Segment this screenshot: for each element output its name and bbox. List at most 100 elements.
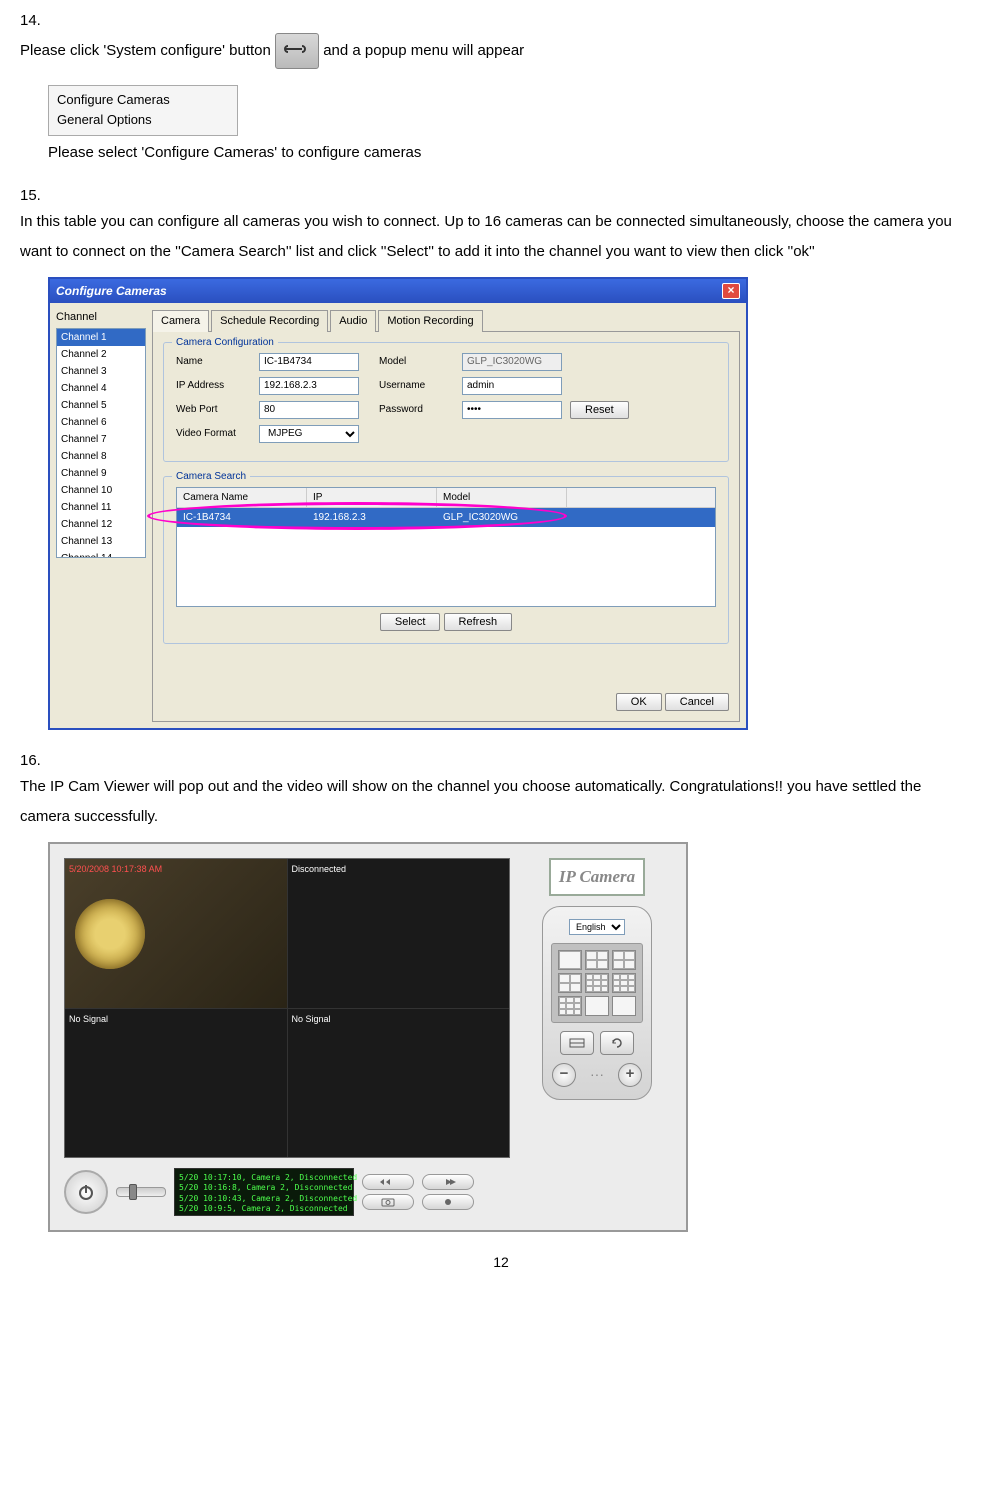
- label-username: Username: [379, 378, 454, 393]
- channel-item[interactable]: Channel 11: [57, 499, 145, 516]
- layout-1+3[interactable]: [612, 950, 636, 970]
- channel-item[interactable]: Channel 6: [57, 414, 145, 431]
- dialog-title: Configure Cameras: [56, 282, 167, 300]
- wrench-icon: [282, 43, 312, 55]
- layout-4x4[interactable]: [585, 996, 609, 1016]
- language-select[interactable]: English: [569, 919, 625, 935]
- video-cell-1[interactable]: 5/20/2008 10:17:38 AM: [65, 859, 287, 1008]
- rotate-button[interactable]: [600, 1031, 634, 1055]
- ok-button[interactable]: OK: [616, 693, 662, 711]
- zoom-separator: ···: [590, 1064, 604, 1085]
- group-title-config: Camera Configuration: [172, 335, 278, 350]
- channel-item[interactable]: Channel 14: [57, 550, 145, 558]
- label-port: Web Port: [176, 402, 251, 417]
- reset-button[interactable]: Reset: [570, 401, 629, 419]
- layout-2x2[interactable]: [585, 950, 609, 970]
- camera-icon: [378, 1197, 398, 1207]
- tab-camera[interactable]: Camera: [152, 310, 209, 332]
- step-14-text-bottom: Please select 'Configure Cameras' to con…: [48, 142, 982, 165]
- video-cell-2[interactable]: Disconnected: [288, 859, 510, 1008]
- channel-item[interactable]: Channel 7: [57, 431, 145, 448]
- ip-cam-viewer: 5/20/2008 10:17:38 AM Disconnected No Si…: [48, 842, 688, 1232]
- zoom-in-button[interactable]: +: [618, 1063, 642, 1087]
- channel-item[interactable]: Channel 9: [57, 465, 145, 482]
- volume-slider[interactable]: [116, 1187, 166, 1197]
- search-row[interactable]: IC-1B4734 192.168.2.3 GLP_IC3020WG: [177, 508, 715, 527]
- list-mode-button[interactable]: [560, 1031, 594, 1055]
- popup-item-general-options[interactable]: General Options: [57, 110, 229, 131]
- col-ip: IP: [307, 488, 437, 507]
- tab-strip: Camera Schedule Recording Audio Motion R…: [152, 309, 740, 332]
- play-button[interactable]: [422, 1174, 474, 1190]
- select-button[interactable]: Select: [380, 613, 441, 631]
- camera-search-table[interactable]: Camera Name IP Model IC-1B4734 192.168.2…: [176, 487, 716, 607]
- page-number: 12: [20, 1252, 982, 1273]
- label-name: Name: [176, 354, 251, 369]
- channel-item[interactable]: Channel 2: [57, 346, 145, 363]
- tab-audio[interactable]: Audio: [330, 310, 376, 332]
- slider-thumb[interactable]: [129, 1184, 137, 1200]
- ip-input[interactable]: [259, 377, 359, 395]
- channel-item[interactable]: Channel 5: [57, 397, 145, 414]
- step-15-number: 15.: [20, 185, 41, 208]
- channel-list[interactable]: Channel 1 Channel 2 Channel 3 Channel 4 …: [56, 328, 146, 558]
- cell-status: Disconnected: [292, 864, 347, 874]
- power-button[interactable]: [64, 1170, 108, 1214]
- log-line: 5/20 10:16:8, Camera 2, Disconnected: [179, 1183, 349, 1193]
- label-ip: IP Address: [176, 378, 251, 393]
- channel-item[interactable]: Channel 4: [57, 380, 145, 397]
- layout-1x1[interactable]: [558, 950, 582, 970]
- channel-item[interactable]: Channel 10: [57, 482, 145, 499]
- col-model: Model: [437, 488, 567, 507]
- cell-model: GLP_IC3020WG: [437, 508, 567, 527]
- step-16-number: 16.: [20, 750, 41, 773]
- video-grid: 5/20/2008 10:17:38 AM Disconnected No Si…: [64, 858, 510, 1158]
- prev-next-button[interactable]: [362, 1174, 414, 1190]
- video-cell-3[interactable]: No Signal: [65, 1009, 287, 1158]
- tab-motion[interactable]: Motion Recording: [378, 310, 482, 332]
- channel-item[interactable]: Channel 3: [57, 363, 145, 380]
- snapshot-button[interactable]: [362, 1194, 414, 1210]
- camera-feed-object: [75, 899, 145, 969]
- channel-item[interactable]: Channel 1: [57, 329, 145, 346]
- cancel-button[interactable]: Cancel: [665, 693, 729, 711]
- record-button[interactable]: [422, 1194, 474, 1210]
- channel-item[interactable]: Channel 8: [57, 448, 145, 465]
- tab-schedule[interactable]: Schedule Recording: [211, 310, 328, 332]
- popup-item-configure-cameras[interactable]: Configure Cameras: [57, 90, 229, 111]
- col-camera-name: Camera Name: [177, 488, 307, 507]
- label-password: Password: [379, 402, 454, 417]
- step-14-body: Please click 'System configure' button a…: [20, 33, 960, 69]
- channel-item[interactable]: Channel 13: [57, 533, 145, 550]
- camera-config-group: Camera Configuration Name IP Address: [163, 342, 729, 462]
- event-log: 5/20 10:17:10, Camera 2, Disconnected 5/…: [174, 1168, 354, 1216]
- ip-camera-logo: IP Camera: [549, 858, 645, 896]
- zoom-out-button[interactable]: −: [552, 1063, 576, 1087]
- close-icon[interactable]: ×: [722, 283, 740, 299]
- system-configure-button-icon[interactable]: [275, 33, 319, 69]
- channel-panel: Channel Channel 1 Channel 2 Channel 3 Ch…: [56, 309, 146, 722]
- video-format-select[interactable]: MJPEG: [259, 425, 359, 443]
- list-icon: [568, 1037, 586, 1049]
- record-icon: [438, 1197, 458, 1207]
- log-line: 5/20 10:17:10, Camera 2, Disconnected: [179, 1173, 349, 1183]
- layout-alt3[interactable]: [558, 996, 582, 1016]
- layout-alt2[interactable]: [612, 973, 636, 993]
- password-input[interactable]: [462, 401, 562, 419]
- cell-name: IC-1B4734: [177, 508, 307, 527]
- layout-alt[interactable]: [558, 973, 582, 993]
- play-icon: [438, 1177, 458, 1187]
- video-cell-4[interactable]: No Signal: [288, 1009, 510, 1158]
- configure-cameras-dialog: Configure Cameras × Channel Channel 1 Ch…: [48, 277, 748, 730]
- refresh-button[interactable]: Refresh: [444, 613, 513, 631]
- channel-item[interactable]: Channel 12: [57, 516, 145, 533]
- layout-4x4b[interactable]: [612, 996, 636, 1016]
- port-input[interactable]: [259, 401, 359, 419]
- log-line: 5/20 10:10:43, Camera 2, Disconnected: [179, 1194, 349, 1204]
- layout-3x3[interactable]: [585, 973, 609, 993]
- popup-menu: Configure Cameras General Options: [48, 85, 238, 137]
- username-input[interactable]: [462, 377, 562, 395]
- layout-selector: [551, 943, 643, 1023]
- name-input[interactable]: [259, 353, 359, 371]
- channel-label: Channel: [56, 309, 146, 326]
